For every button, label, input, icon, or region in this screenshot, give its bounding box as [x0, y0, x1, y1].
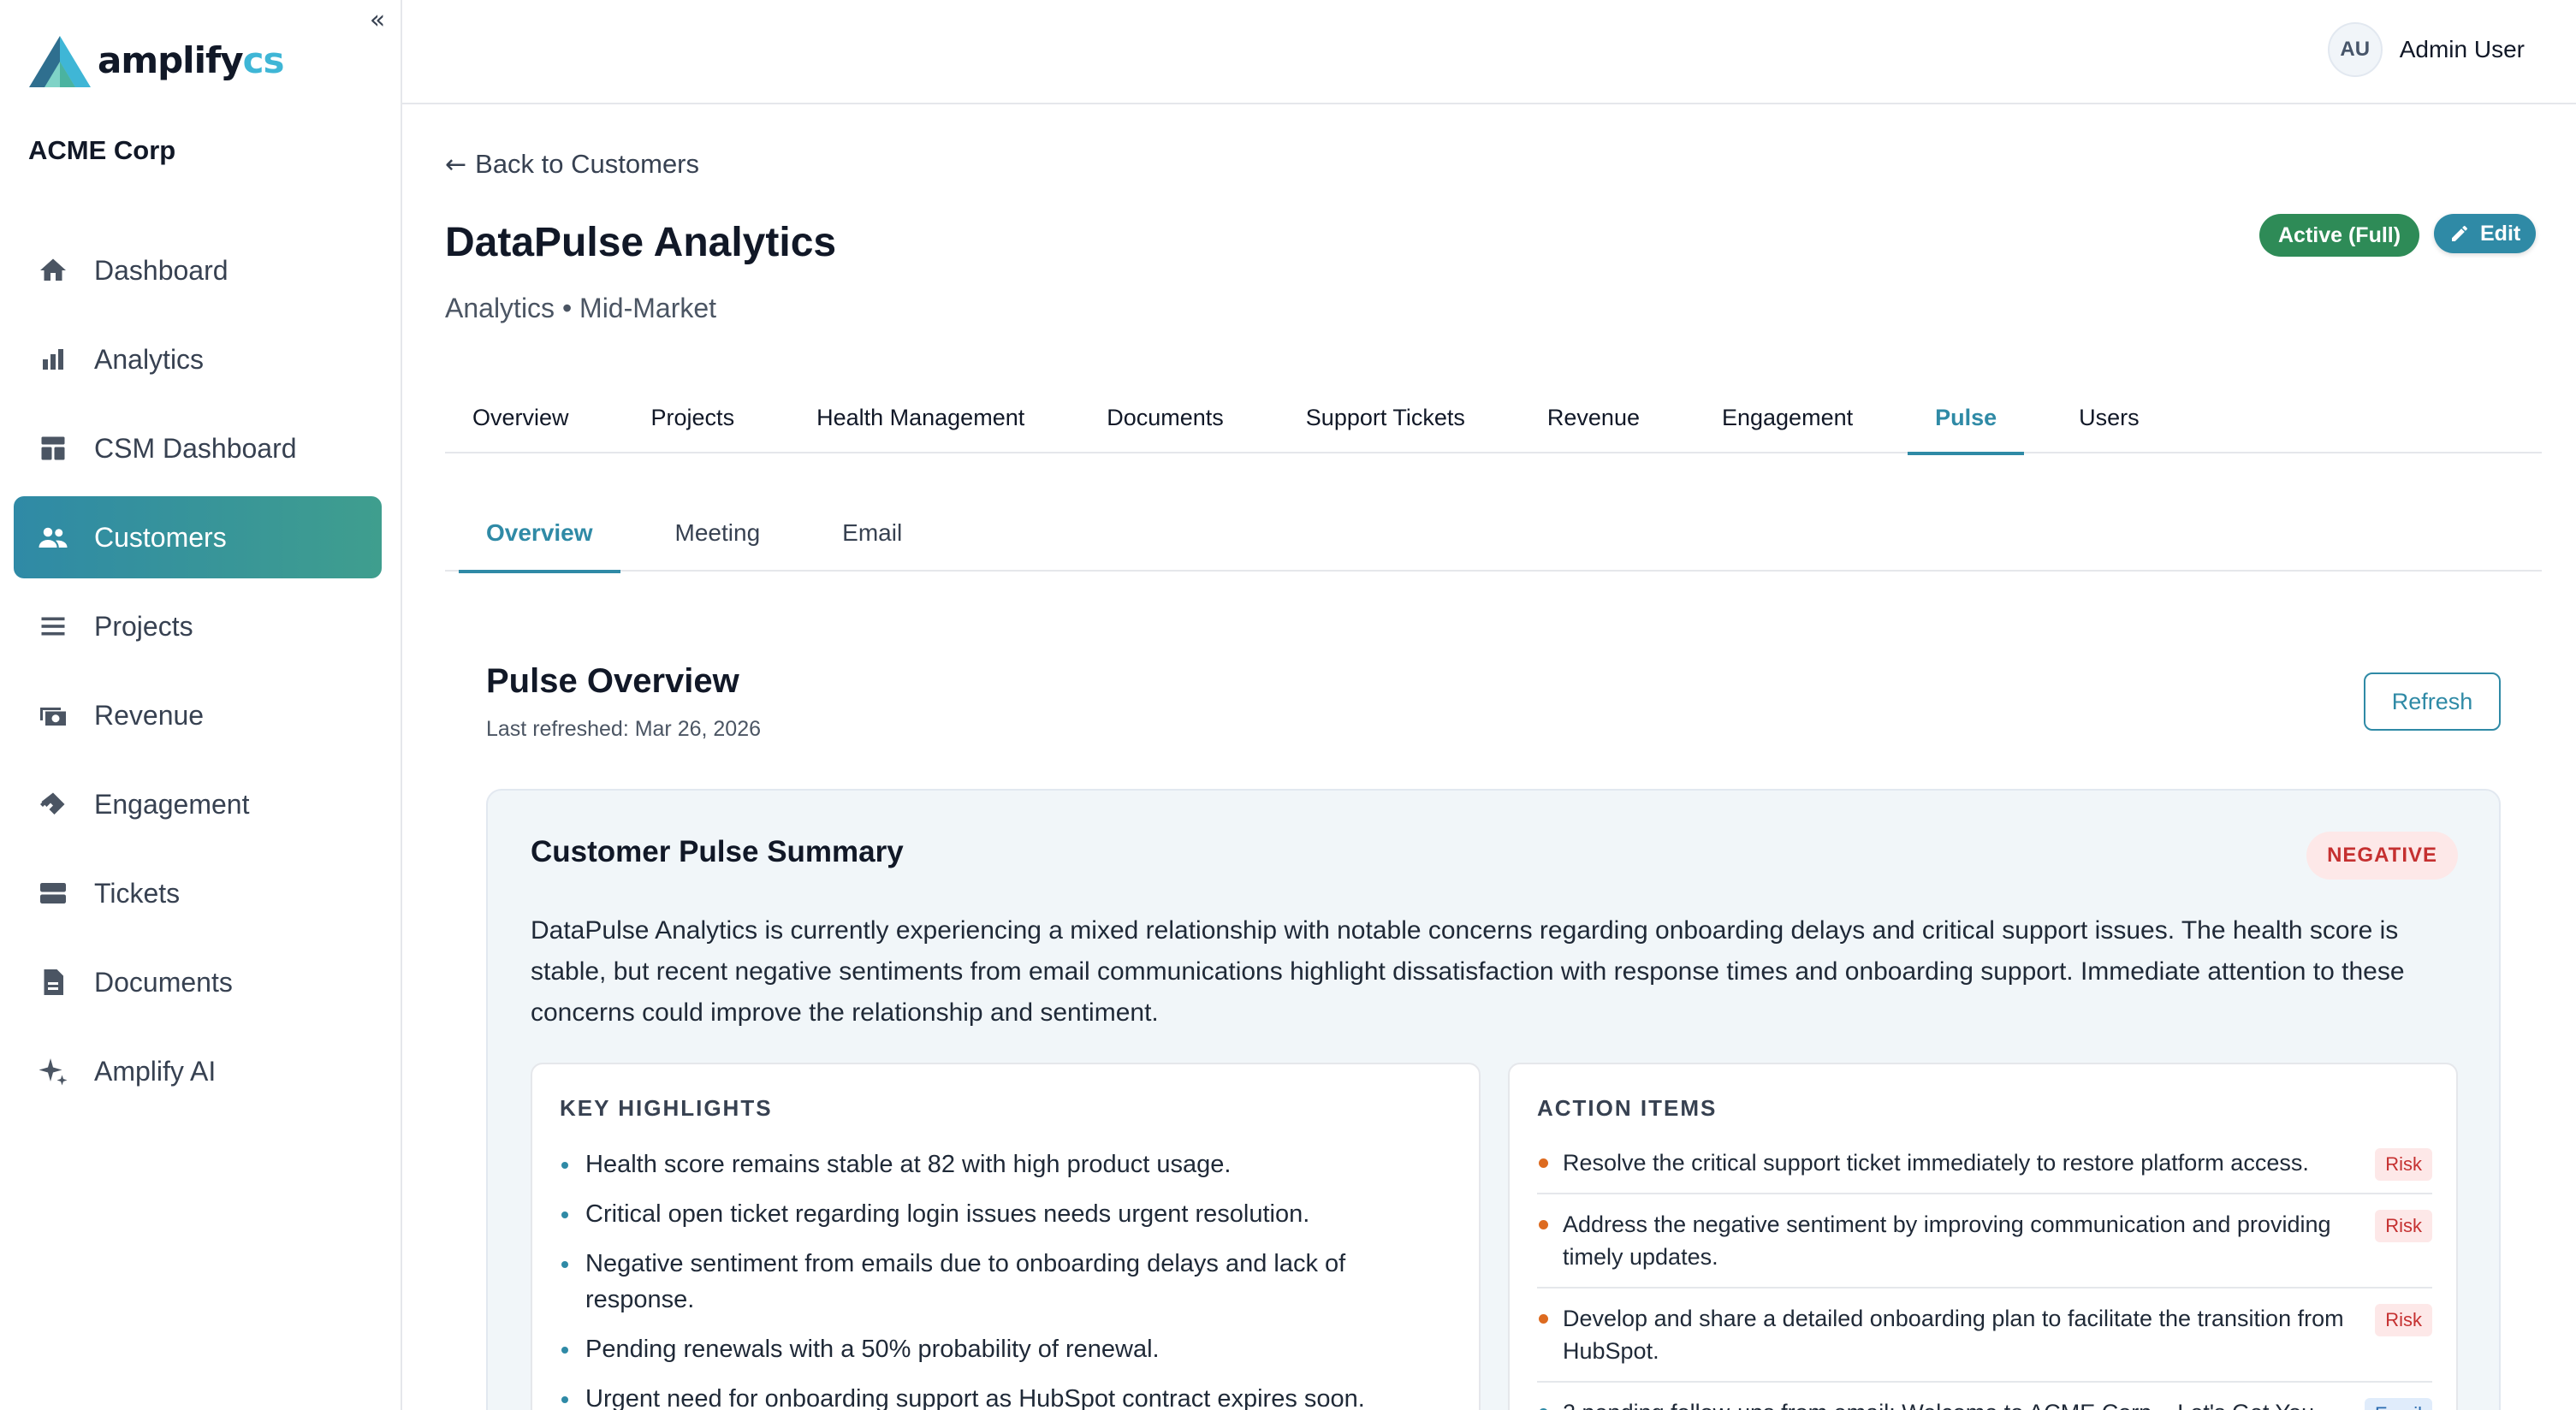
sidebar-item-dashboard[interactable]: Dashboard	[14, 229, 382, 311]
customer-subtitle: Analytics • Mid-Market	[445, 293, 717, 323]
list-item: Pending renewals with a 50% probability …	[560, 1331, 1450, 1367]
sidebar-item-label: Revenue	[94, 699, 205, 731]
tab-documents[interactable]: Documents	[1079, 382, 1251, 453]
list-item: Resolve the critical support ticket imme…	[1537, 1146, 2432, 1194]
risk-tag: Risk	[2375, 1304, 2432, 1336]
home-icon	[36, 253, 70, 287]
list-item: Address the negative sentiment by improv…	[1537, 1208, 2432, 1289]
subtab-email[interactable]: Email	[815, 495, 929, 572]
action-items-panel: ACTION ITEMS Resolve the critical suppor…	[1508, 1063, 2458, 1410]
action-items-list: Resolve the critical support ticket imme…	[1537, 1146, 2432, 1410]
arrow-left-icon: ←	[445, 149, 467, 180]
sidebar: « amplifycs ACME Corp Dashboard Analytic…	[0, 0, 402, 1410]
sparkle-icon	[36, 1054, 70, 1088]
status-badge: Active (Full)	[2259, 214, 2420, 257]
tab-support-tickets[interactable]: Support Tickets	[1279, 382, 1493, 453]
logo-mark-icon	[29, 36, 91, 87]
pulse-summary-card: Customer Pulse Summary NEGATIVE DataPuls…	[486, 789, 2501, 1410]
action-text: Resolve the critical support ticket imme…	[1563, 1150, 2309, 1176]
sidebar-item-documents[interactable]: Documents	[14, 941, 382, 1023]
risk-dot-icon	[1539, 1314, 1548, 1324]
back-link-label: Back to Customers	[475, 149, 700, 179]
user-menu[interactable]: AU Admin User	[2327, 22, 2525, 77]
list-item: Urgent need for onboarding support as Hu…	[560, 1381, 1450, 1410]
sidebar-item-analytics[interactable]: Analytics	[14, 318, 382, 400]
sidebar-nav: Dashboard Analytics CSM Dashboard Custom…	[14, 229, 382, 1119]
avatar[interactable]: AU	[2327, 22, 2383, 77]
sidebar-item-tickets[interactable]: Tickets	[14, 852, 382, 934]
page-title: DataPulse Analytics	[445, 220, 837, 265]
org-name: ACME Corp	[28, 135, 176, 165]
sidebar-item-label: Engagement	[94, 788, 250, 820]
logo-text: amplifycs	[98, 39, 285, 81]
sidebar-item-label: Analytics	[94, 343, 205, 375]
people-icon	[36, 520, 70, 554]
list-item: Critical open ticket regarding login iss…	[560, 1196, 1450, 1232]
back-to-customers-link[interactable]: ← Back to Customers	[445, 149, 699, 180]
key-highlights-title: KEY HIGHLIGHTS	[560, 1095, 773, 1121]
risk-tag: Risk	[2375, 1210, 2432, 1242]
user-name: Admin User	[2399, 36, 2525, 62]
risk-dot-icon	[1539, 1158, 1548, 1168]
sidebar-item-label: Amplify AI	[94, 1055, 217, 1087]
storage-icon	[36, 876, 70, 910]
tab-overview[interactable]: Overview	[445, 382, 597, 453]
tab-pulse[interactable]: Pulse	[1908, 382, 2025, 455]
risk-dot-icon	[1539, 1220, 1548, 1229]
subtab-overview[interactable]: Overview	[459, 495, 620, 573]
subtab-meeting[interactable]: Meeting	[648, 495, 788, 572]
top-bar: AU Admin User	[402, 0, 2576, 104]
sidebar-item-customers[interactable]: Customers	[14, 496, 382, 578]
handshake-icon	[36, 787, 70, 821]
action-text: Address the negative sentiment by improv…	[1563, 1212, 2331, 1270]
risk-tag: Risk	[2375, 1148, 2432, 1181]
logo[interactable]: amplifycs	[27, 34, 285, 91]
sidebar-item-revenue[interactable]: Revenue	[14, 674, 382, 756]
money-icon	[36, 698, 70, 732]
list-item: Develop and share a detailed onboarding …	[1537, 1302, 2432, 1383]
key-highlights-panel: KEY HIGHLIGHTS Health score remains stab…	[531, 1063, 1481, 1410]
pulse-subtabs: Overview Meeting Email	[445, 495, 2542, 573]
email-tag: Email	[2364, 1398, 2432, 1410]
refresh-button[interactable]: Refresh	[2364, 672, 2501, 731]
main-content: ← Back to Customers DataPulse Analytics …	[402, 106, 2576, 1410]
tab-engagement[interactable]: Engagement	[1695, 382, 1880, 453]
summary-title: Customer Pulse Summary	[531, 835, 904, 868]
highlights-list: Health score remains stable at 82 with h…	[560, 1146, 1450, 1410]
action-text: Develop and share a detailed onboarding …	[1563, 1306, 2344, 1364]
pencil-icon	[2452, 225, 2467, 241]
tab-users[interactable]: Users	[2051, 382, 2167, 453]
document-icon	[36, 965, 70, 999]
sidebar-item-label: Dashboard	[94, 254, 229, 286]
tab-projects[interactable]: Projects	[624, 382, 763, 453]
sidebar-item-label: Projects	[94, 610, 193, 642]
collapse-sidebar-icon[interactable]: «	[363, 5, 392, 35]
sidebar-item-projects[interactable]: Projects	[14, 585, 382, 667]
list-icon	[36, 609, 70, 643]
edit-button[interactable]: Edit	[2434, 214, 2537, 253]
tab-revenue[interactable]: Revenue	[1520, 382, 1667, 453]
edit-button-label: Edit	[2480, 221, 2521, 246]
list-item: Health score remains stable at 82 with h…	[560, 1146, 1450, 1182]
dashboard-layout-icon	[36, 431, 70, 465]
customer-tabs: Overview Projects Health Management Docu…	[445, 382, 2542, 455]
list-item: 2 pending follow-ups from email: Welcome…	[1537, 1396, 2432, 1410]
pulse-overview-title: Pulse Overview	[486, 662, 739, 700]
action-text: 2 pending follow-ups from email: Welcome…	[1563, 1400, 2314, 1410]
last-refreshed: Last refreshed: Mar 26, 2026	[486, 717, 762, 741]
sidebar-item-label: CSM Dashboard	[94, 432, 297, 464]
sentiment-badge: NEGATIVE	[2306, 832, 2458, 880]
sidebar-item-csm-dashboard[interactable]: CSM Dashboard	[14, 407, 382, 489]
sidebar-item-amplify-ai[interactable]: Amplify AI	[14, 1030, 382, 1112]
sidebar-item-label: Customers	[94, 521, 227, 553]
list-item: Negative sentiment from emails due to on…	[560, 1246, 1450, 1318]
tab-health-management[interactable]: Health Management	[789, 382, 1052, 453]
action-items-title: ACTION ITEMS	[1537, 1095, 1718, 1121]
summary-text: DataPulse Analytics is currently experie…	[531, 916, 2405, 1027]
sidebar-item-engagement[interactable]: Engagement	[14, 763, 382, 845]
sidebar-item-label: Tickets	[94, 877, 181, 909]
sidebar-item-label: Documents	[94, 966, 233, 998]
bar-chart-icon	[36, 342, 70, 376]
